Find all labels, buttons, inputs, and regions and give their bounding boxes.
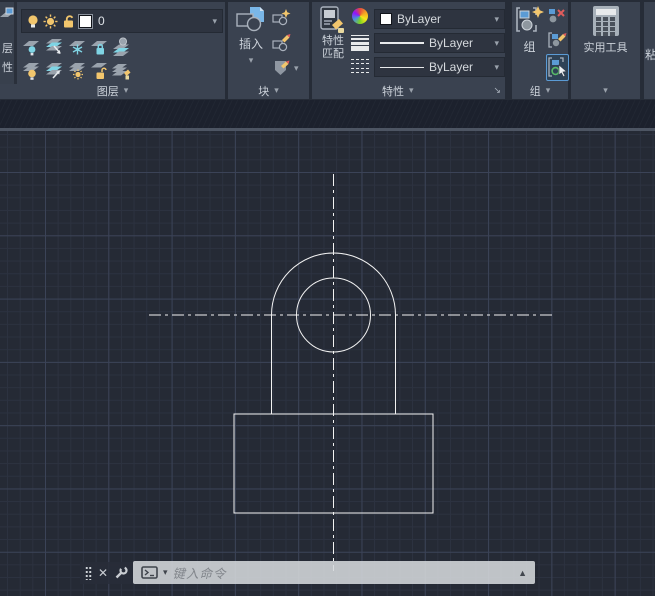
layer-color-swatch [79, 15, 92, 28]
panel-title-layers[interactable]: 图层 ▾ [0, 83, 225, 98]
layer-isolate-icon[interactable] [44, 37, 65, 56]
panel-clipboard-partial: 粘 [644, 2, 655, 99]
linetype-dropdown-caret-icon: ▾ [494, 63, 499, 72]
quick-calculator-button[interactable]: 实用工具 [574, 6, 637, 84]
panel-utilities-caret-icon: ▾ [603, 86, 608, 95]
layer-freeze-icon[interactable] [67, 37, 88, 56]
panel-title-layers-label: 图层 [97, 83, 119, 99]
panel-title-properties-label: 特性 [382, 83, 404, 99]
match-properties-button[interactable]: 特性 匹配 [315, 5, 351, 84]
drawing-canvas[interactable] [0, 131, 655, 596]
layer-properties-icon [0, 7, 16, 21]
layer-unlock-icon [62, 14, 75, 29]
panel-properties: 特性 匹配 ByLayer ▾ ByLayer ▾ [312, 2, 505, 99]
command-history-up-icon[interactable]: ▲ [518, 568, 527, 578]
object-color-dropdown[interactable]: ByLayer ▾ [374, 9, 505, 29]
layer-thaw-icon[interactable] [67, 61, 88, 80]
group-button-label: 组 [523, 38, 535, 55]
layer-properties-button[interactable]: 层 性 [0, 2, 17, 84]
layer-unlock-tool-icon[interactable] [89, 61, 110, 80]
layer-merge-icon[interactable] [111, 37, 132, 56]
lineweight-dropdown-caret-icon: ▾ [494, 39, 499, 48]
panel-properties-caret-icon: ▾ [409, 86, 414, 95]
layer-dropdown-caret-icon[interactable]: ▾ [212, 17, 217, 26]
linetype-value: ByLayer [429, 60, 473, 74]
panel-title-properties[interactable]: 特性 ▾ [312, 83, 505, 98]
insert-dropdown-caret-icon: ▾ [249, 56, 254, 65]
customize-wrench-icon[interactable] [114, 566, 128, 580]
cad-application-window: 层 性 [0, 0, 655, 596]
linetype-sample [380, 67, 424, 68]
lineweight-icon[interactable] [351, 35, 369, 51]
layer-lock-icon[interactable] [89, 37, 110, 56]
panel-group-caret-icon: ▾ [546, 86, 551, 95]
linetype-icon[interactable] [351, 59, 369, 73]
object-color-value: ByLayer [397, 12, 441, 26]
layer-control-dropdown[interactable]: 0 ▾ [21, 9, 223, 33]
layer-on-bulb-icon [27, 14, 39, 29]
utilities-button-label: 实用工具 [584, 39, 628, 55]
edit-block-icon[interactable] [272, 33, 292, 53]
group-selection-toggle-button[interactable] [546, 54, 569, 81]
layer-thaw-sun-icon [43, 14, 58, 29]
command-placeholder: 键入命令 [173, 563, 227, 582]
attribute-dropdown-caret-icon[interactable]: ▾ [294, 64, 299, 73]
insert-block-icon [235, 5, 267, 33]
command-bar-close-button[interactable]: ✕ [98, 567, 108, 579]
panel-title-utilities[interactable]: ▾ [571, 83, 640, 98]
command-prompt-icon [141, 566, 158, 579]
create-block-icon[interactable] [272, 8, 292, 28]
panel-layers-caret-icon: ▾ [124, 86, 129, 95]
panel-block: 插入 ▾ ▾ 块 ▾ [228, 2, 309, 99]
panel-title-block-label: 块 [258, 83, 269, 99]
ribbon: 层 性 [0, 0, 655, 100]
panel-utilities: 实用工具 ▾ [571, 2, 640, 99]
command-input[interactable]: ▾ 键入命令 ▲ [133, 561, 535, 584]
object-color-swatch [380, 13, 392, 25]
group-icon [515, 5, 545, 35]
group-button[interactable]: 组 [514, 5, 545, 84]
color-wheel-icon[interactable] [352, 8, 368, 24]
lineweight-sample [380, 42, 424, 44]
panel-title-group-label: 组 [530, 83, 541, 99]
panel-title-group[interactable]: 组 ▾ [512, 83, 568, 98]
calculator-icon [593, 6, 619, 36]
panel-layers: 层 性 [0, 2, 225, 99]
layer-properties-label-line1: 层 [2, 40, 16, 56]
ungroup-icon[interactable] [548, 8, 568, 28]
layer-properties-label-line2: 性 [2, 59, 16, 75]
file-tabs-band [0, 100, 655, 128]
group-edit-icon[interactable] [548, 31, 568, 51]
command-bar-drag-handle[interactable] [85, 566, 92, 580]
define-attribute-icon[interactable] [272, 58, 292, 78]
lineweight-value: ByLayer [429, 36, 473, 50]
recent-commands-caret-icon[interactable]: ▾ [163, 567, 168, 578]
panel-block-caret-icon: ▾ [274, 86, 279, 95]
linetype-dropdown[interactable]: ByLayer ▾ [374, 57, 505, 77]
layer-match-icon[interactable] [111, 61, 132, 80]
drawing-shapes [0, 131, 655, 596]
lineweight-dropdown[interactable]: ByLayer ▾ [374, 33, 505, 53]
insert-block-button[interactable]: 插入 ▾ [232, 5, 270, 84]
insert-block-label: 插入 [239, 35, 263, 52]
match-properties-label-line2: 匹配 [322, 48, 344, 61]
properties-dialog-launcher-icon[interactable]: ↘ [493, 85, 501, 96]
panel-group: 组 组 ▾ [512, 2, 568, 99]
current-layer-name: 0 [96, 14, 105, 28]
panel-title-block[interactable]: 块 ▾ [228, 83, 309, 98]
match-properties-label-line1: 特性 [322, 35, 344, 48]
command-bar: ✕ ▾ 键入命令 ▲ [80, 561, 535, 584]
layer-off-icon[interactable] [21, 37, 42, 56]
layer-on-icon[interactable] [21, 61, 42, 80]
clipboard-partial-label: 粘 [645, 46, 655, 63]
match-properties-icon [318, 5, 348, 35]
group-selection-icon [548, 56, 568, 79]
command-bar-tools: ✕ [80, 562, 133, 584]
layer-unisolate-icon[interactable] [44, 61, 65, 80]
color-dropdown-caret-icon: ▾ [494, 15, 499, 24]
